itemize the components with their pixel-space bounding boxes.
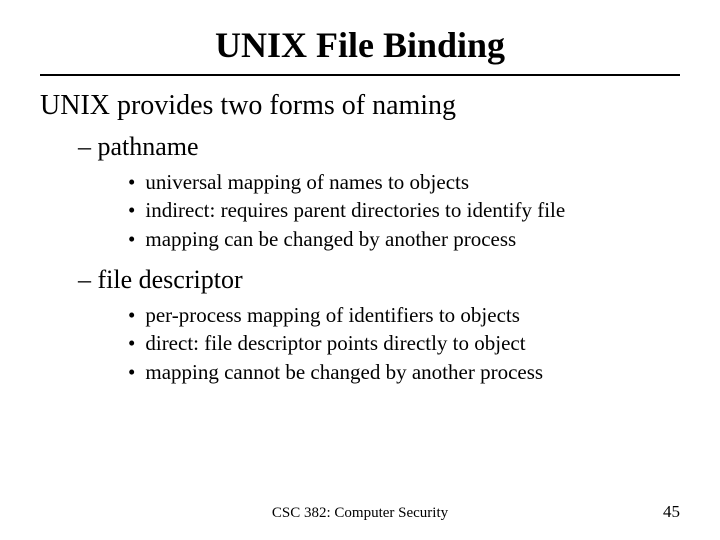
list-item: • mapping can be changed by another proc…	[128, 225, 680, 253]
intro-text: UNIX provides two forms of naming	[40, 90, 680, 122]
bullet-list-pathname: • universal mapping of names to objects …	[128, 168, 680, 253]
bullet-text: mapping cannot be changed by another pro…	[145, 358, 543, 386]
bullet-list-file-descriptor: • per-process mapping of identifiers to …	[128, 301, 680, 386]
bullet-text: indirect: requires parent directories to…	[145, 196, 565, 224]
list-item: • mapping cannot be changed by another p…	[128, 358, 680, 386]
bullet-text: per-process mapping of identifiers to ob…	[145, 301, 520, 329]
bullet-text: universal mapping of names to objects	[145, 168, 469, 196]
bullet-text: direct: file descriptor points directly …	[145, 329, 525, 357]
section-label-pathname: – pathname	[78, 132, 680, 162]
page-number: 45	[663, 502, 680, 522]
bullet-icon: •	[128, 301, 135, 329]
list-item: • indirect: requires parent directories …	[128, 196, 680, 224]
section-label-file-descriptor: – file descriptor	[78, 265, 680, 295]
list-item: • direct: file descriptor points directl…	[128, 329, 680, 357]
title-divider	[40, 74, 680, 76]
list-item: • per-process mapping of identifiers to …	[128, 301, 680, 329]
bullet-icon: •	[128, 329, 135, 357]
bullet-text: mapping can be changed by another proces…	[145, 225, 516, 253]
bullet-icon: •	[128, 168, 135, 196]
slide-title: UNIX File Binding	[40, 24, 680, 66]
bullet-icon: •	[128, 196, 135, 224]
list-item: • universal mapping of names to objects	[128, 168, 680, 196]
bullet-icon: •	[128, 225, 135, 253]
footer-text: CSC 382: Computer Security	[0, 505, 720, 522]
bullet-icon: •	[128, 358, 135, 386]
